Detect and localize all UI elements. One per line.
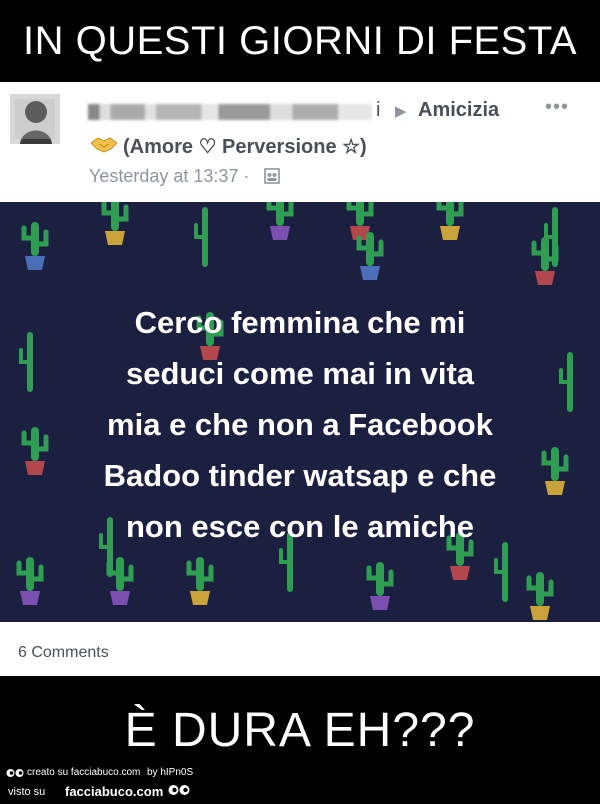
handshake-icon xyxy=(90,134,118,159)
author-name-redacted[interactable] xyxy=(88,104,372,120)
post-timestamp[interactable]: Yesterday at 13:37 · xyxy=(89,166,249,187)
seen-on-label: visto su xyxy=(8,786,46,798)
avatar[interactable] xyxy=(10,94,60,144)
created-on-credit[interactable]: creato su facciabuco.com xyxy=(27,767,140,778)
top-caption: IN QUESTI GIORNI DI FESTA xyxy=(22,18,578,63)
group-subtitle-link[interactable]: (Amore ♡ Perversione ☆) xyxy=(123,134,367,159)
group-audience-icon xyxy=(264,168,280,189)
eyes-logo-icon xyxy=(168,784,190,803)
post-image-text: Cerco femmina che mi seduci come mai in … xyxy=(40,297,560,552)
facebook-post-card: i ▶ Amicizia ••• (Amore ♡ Perversione ☆)… xyxy=(0,82,600,676)
arrow-right-icon: ▶ xyxy=(395,103,407,120)
post-footer: 6 Comments xyxy=(0,622,600,676)
comments-count-link[interactable]: 6 Comments xyxy=(18,644,109,662)
post-image[interactable]: Cerco femmina che mi seduci come mai in … xyxy=(0,202,600,622)
more-options-icon[interactable]: ••• xyxy=(545,96,569,119)
group-name-link[interactable]: Amicizia xyxy=(418,99,499,122)
brand-link[interactable]: facciabuco.com xyxy=(65,784,163,799)
post-text-line: non esce con le amiche xyxy=(125,509,475,544)
post-text-line: Badoo tinder watsap e che xyxy=(103,458,497,493)
post-header: i ▶ Amicizia ••• (Amore ♡ Perversione ☆)… xyxy=(0,82,600,200)
post-text-line: Cerco femmina che mi xyxy=(134,305,466,340)
bottom-caption: È DURA EH??? xyxy=(124,703,476,757)
post-text-line: mia e che non a Facebook xyxy=(107,407,493,442)
author-name-tail[interactable]: i xyxy=(376,99,380,122)
eyes-logo-icon xyxy=(6,765,24,783)
author-credit: by hIPn0S xyxy=(147,767,194,778)
post-text-line: seduci come mai in vita xyxy=(125,356,475,391)
